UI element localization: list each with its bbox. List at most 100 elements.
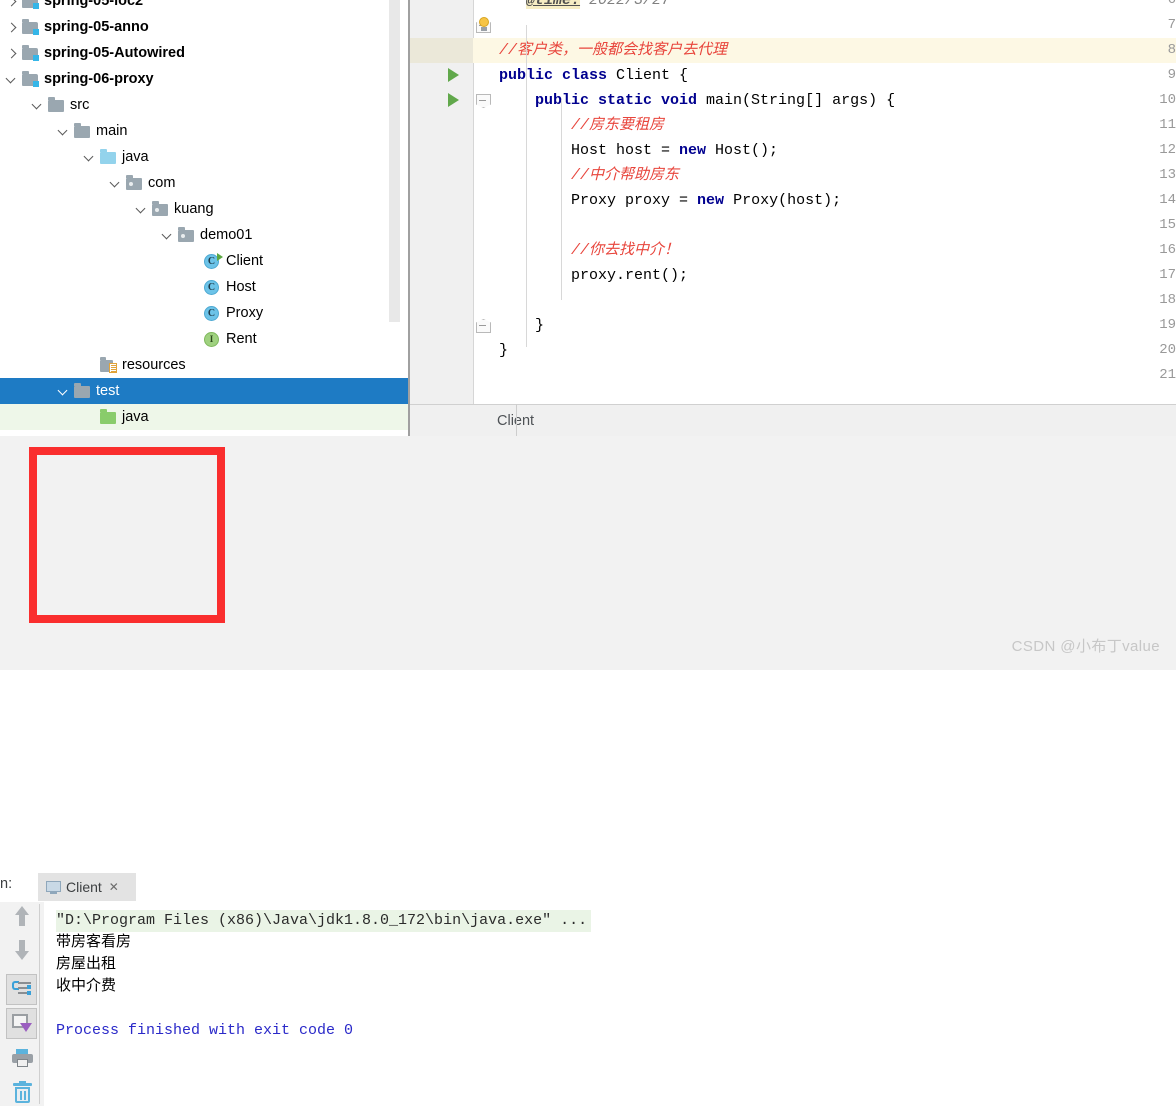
code-editor[interactable]: 6 * @time: 2022/3/27 7 8 //客户类，一般都会找客户去代理 9 p…: [410, 0, 1176, 404]
tree-item-label: java: [122, 409, 149, 425]
chevron-down-icon[interactable]: [135, 203, 149, 216]
tree-item-demo01[interactable]: demo01: [0, 222, 410, 248]
line-number: 15: [1159, 217, 1176, 233]
line-number: 14: [1159, 192, 1176, 208]
chevron-down-icon[interactable]: [57, 125, 71, 138]
print-icon[interactable]: [6, 1042, 38, 1074]
tree-item-src[interactable]: src: [0, 92, 410, 118]
line-number: 8: [1167, 42, 1176, 58]
chevron-down-icon[interactable]: [57, 385, 71, 398]
run-tab-client[interactable]: Client ✕: [38, 873, 136, 901]
tree-item-client[interactable]: C Client: [0, 248, 410, 274]
console-line: 收中介费: [56, 978, 117, 995]
caret-line-gutter: [410, 38, 473, 63]
tree-item-label: Host: [226, 279, 256, 295]
tree-item-label: spring-05-Autowired: [44, 45, 185, 61]
breadcrumb-bar[interactable]: Client: [410, 404, 1176, 438]
java-class-icon: C: [204, 305, 221, 322]
chevron-down-icon[interactable]: [5, 73, 19, 86]
module-folder-icon: [22, 0, 39, 9]
chevron-right-icon[interactable]: [6, 21, 19, 34]
console-tab-icon: [46, 880, 61, 894]
tree-item-proxy[interactable]: C Proxy: [0, 300, 410, 326]
intention-bulb-icon[interactable]: [477, 17, 491, 33]
tree-item-rent[interactable]: I Rent: [0, 326, 410, 352]
run-gutter-icon[interactable]: [448, 93, 459, 107]
code-line[interactable]: //房东要租房: [499, 113, 664, 138]
trash-icon[interactable]: [6, 1078, 38, 1110]
run-tool-window[interactable]: n: Client ✕ "D:\Program Files (x86)\Java…: [0, 436, 1176, 1106]
chevron-down-icon[interactable]: [31, 99, 45, 112]
console-line: Process finished with exit code 0: [56, 1022, 354, 1039]
up-arrow-icon[interactable]: [6, 906, 38, 938]
fold-marker[interactable]: [476, 319, 491, 333]
line-number: 11: [1159, 117, 1176, 133]
console-toolbar[interactable]: [0, 902, 44, 1106]
java-class-runnable-icon: C: [204, 252, 223, 270]
line-number: 6: [1167, 0, 1176, 8]
line-number: 12: [1159, 142, 1176, 158]
console-line: "D:\Program Files (x86)\Java\jdk1.8.0_17…: [56, 910, 592, 932]
console-output[interactable]: "D:\Program Files (x86)\Java\jdk1.8.0_17…: [44, 902, 1176, 1106]
tree-item-com[interactable]: com: [0, 170, 410, 196]
run-gutter-icon[interactable]: [448, 68, 459, 82]
code-line[interactable]: Host host = new Host();: [499, 138, 778, 163]
console-line: 房屋出租: [56, 956, 117, 973]
tree-item-host[interactable]: C Host: [0, 274, 410, 300]
down-arrow-icon[interactable]: [6, 940, 38, 972]
tree-item-spring-06-proxy[interactable]: spring-06-proxy: [0, 66, 410, 92]
test-source-folder-icon: [100, 409, 117, 425]
code-line[interactable]: public static void main(String[] args) {: [499, 88, 895, 113]
project-tool-window[interactable]: spring-05-ioc2 spring-05-anno spring-05-Au…: [0, 0, 410, 440]
chevron-down-icon[interactable]: [161, 229, 175, 242]
module-folder-icon: [22, 19, 39, 35]
line-number: 9: [1167, 67, 1176, 83]
tree-item-label: src: [70, 97, 90, 113]
fold-marker[interactable]: [476, 94, 491, 108]
tree-item-main[interactable]: main: [0, 118, 410, 144]
tree-item-label: spring-06-proxy: [44, 71, 154, 87]
line-number: 17: [1159, 267, 1176, 283]
source-folder-icon: [100, 149, 117, 165]
code-line[interactable]: Proxy proxy = new Proxy(host);: [499, 188, 841, 213]
tree-item-label: com: [148, 175, 176, 191]
package-icon: [178, 227, 195, 243]
code-line[interactable]: proxy.rent();: [499, 263, 688, 288]
scroll-to-end-icon[interactable]: [6, 1008, 37, 1039]
line-number: 18: [1159, 292, 1176, 308]
folder-icon: [74, 123, 91, 139]
tree-item-java[interactable]: java: [0, 404, 410, 430]
tree-item-spring-05-ioc2[interactable]: spring-05-ioc2: [0, 0, 410, 14]
tree-item-kuang[interactable]: kuang: [0, 196, 410, 222]
tree-item-label: Proxy: [226, 305, 264, 321]
tree-item-test[interactable]: test: [0, 378, 410, 404]
indent-guide: [561, 100, 562, 300]
tree-item-resources[interactable]: resources: [0, 352, 410, 378]
chevron-right-icon[interactable]: [6, 47, 19, 60]
package-icon: [152, 201, 169, 217]
line-number: 10: [1159, 92, 1176, 108]
tree-item-label: resources: [122, 357, 186, 373]
tree-item-java[interactable]: java: [0, 144, 410, 170]
chevron-right-icon[interactable]: [6, 0, 19, 8]
folder-icon: [74, 383, 91, 399]
code-line[interactable]: }: [499, 313, 544, 338]
line-number: 16: [1159, 242, 1176, 258]
code-line[interactable]: public class Client {: [499, 63, 688, 88]
tree-item-label: java: [122, 149, 149, 165]
tree-item-label: Rent: [226, 331, 257, 347]
tree-item-spring-05-anno[interactable]: spring-05-anno: [0, 14, 410, 40]
close-icon[interactable]: ✕: [109, 880, 119, 894]
project-tree-scrollbar[interactable]: [389, 0, 400, 322]
resources-folder-icon: [100, 357, 117, 373]
chevron-down-icon[interactable]: [109, 177, 123, 190]
soft-wrap-icon[interactable]: [6, 974, 37, 1005]
java-interface-icon: I: [204, 331, 221, 348]
watermark: CSDN @小布丁value: [1011, 638, 1160, 655]
code-line[interactable]: * @time: 2022/3/27: [499, 0, 670, 13]
java-class-icon: C: [204, 279, 221, 296]
chevron-down-icon[interactable]: [83, 151, 97, 164]
code-line[interactable]: }: [499, 338, 508, 363]
tree-item-spring-05-autowired[interactable]: spring-05-Autowired: [0, 40, 410, 66]
code-line[interactable]: //客户类，一般都会找客户去代理: [499, 38, 727, 63]
